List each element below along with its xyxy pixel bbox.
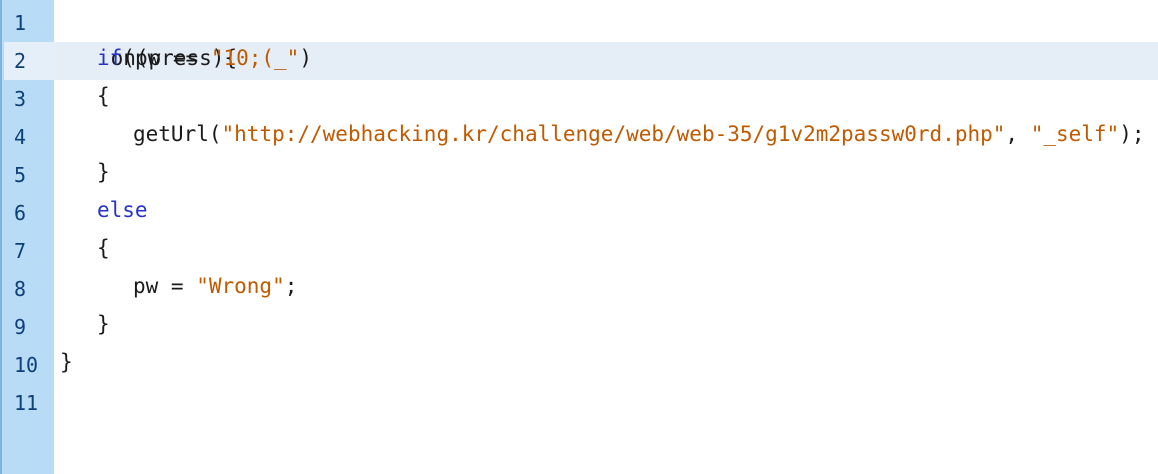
- keyword-token: if: [97, 46, 123, 70]
- string-token: "http://webhacking.kr/challenge/web/web-…: [221, 122, 1006, 146]
- code-line-4[interactable]: getUrl("http://webhacking.kr/challenge/w…: [133, 115, 1145, 153]
- code-line-8[interactable]: pw = "Wrong";: [133, 267, 297, 305]
- line-number-4: 4: [14, 125, 27, 149]
- code-line-7[interactable]: {: [97, 229, 110, 267]
- line-number-10: 10: [14, 353, 39, 377]
- line-number-3: 3: [14, 87, 27, 111]
- code-line-10[interactable]: }: [60, 343, 73, 381]
- line-number-11: 11: [14, 391, 39, 415]
- line-number-gutter[interactable]: 1 2 3 4 5 6 7 8 9 10 11: [0, 0, 56, 474]
- code-token: ;: [284, 274, 298, 298]
- string-token: "10;(_": [210, 46, 300, 70]
- line-number-9: 9: [14, 315, 27, 339]
- code-token: pw =: [133, 274, 197, 298]
- code-editor[interactable]: 1 2 3 4 5 6 7 8 9 10 11 on(press){ if(pw…: [0, 0, 1158, 474]
- line-number-2: 2: [14, 49, 27, 73]
- code-token: {: [97, 84, 110, 108]
- code-token: (pw ==: [122, 46, 211, 70]
- code-line-6[interactable]: else: [97, 191, 148, 229]
- string-token: "_self": [1030, 122, 1120, 146]
- code-token: ): [299, 46, 312, 70]
- code-line-1[interactable]: on(press){: [60, 1, 237, 70]
- line-number-1: 1: [14, 11, 27, 35]
- code-token: ,: [1005, 122, 1031, 146]
- code-line-5[interactable]: }: [97, 153, 110, 191]
- line-number-6: 6: [14, 201, 27, 225]
- code-token: }: [97, 160, 110, 184]
- line-number-8: 8: [14, 277, 27, 301]
- line-number-5: 5: [14, 163, 27, 187]
- code-token: }: [60, 350, 73, 374]
- code-token: );: [1119, 122, 1145, 146]
- code-line-2[interactable]: if(pw == "10;(_"): [97, 39, 312, 77]
- code-line-3[interactable]: {: [97, 77, 110, 115]
- keyword-token: else: [97, 198, 148, 222]
- line-number-7: 7: [14, 239, 27, 263]
- string-token: "Wrong": [196, 274, 285, 298]
- function-token: getUrl(: [133, 122, 222, 146]
- code-token: }: [97, 312, 110, 336]
- code-token: {: [97, 236, 110, 260]
- code-line-9[interactable]: }: [97, 305, 110, 343]
